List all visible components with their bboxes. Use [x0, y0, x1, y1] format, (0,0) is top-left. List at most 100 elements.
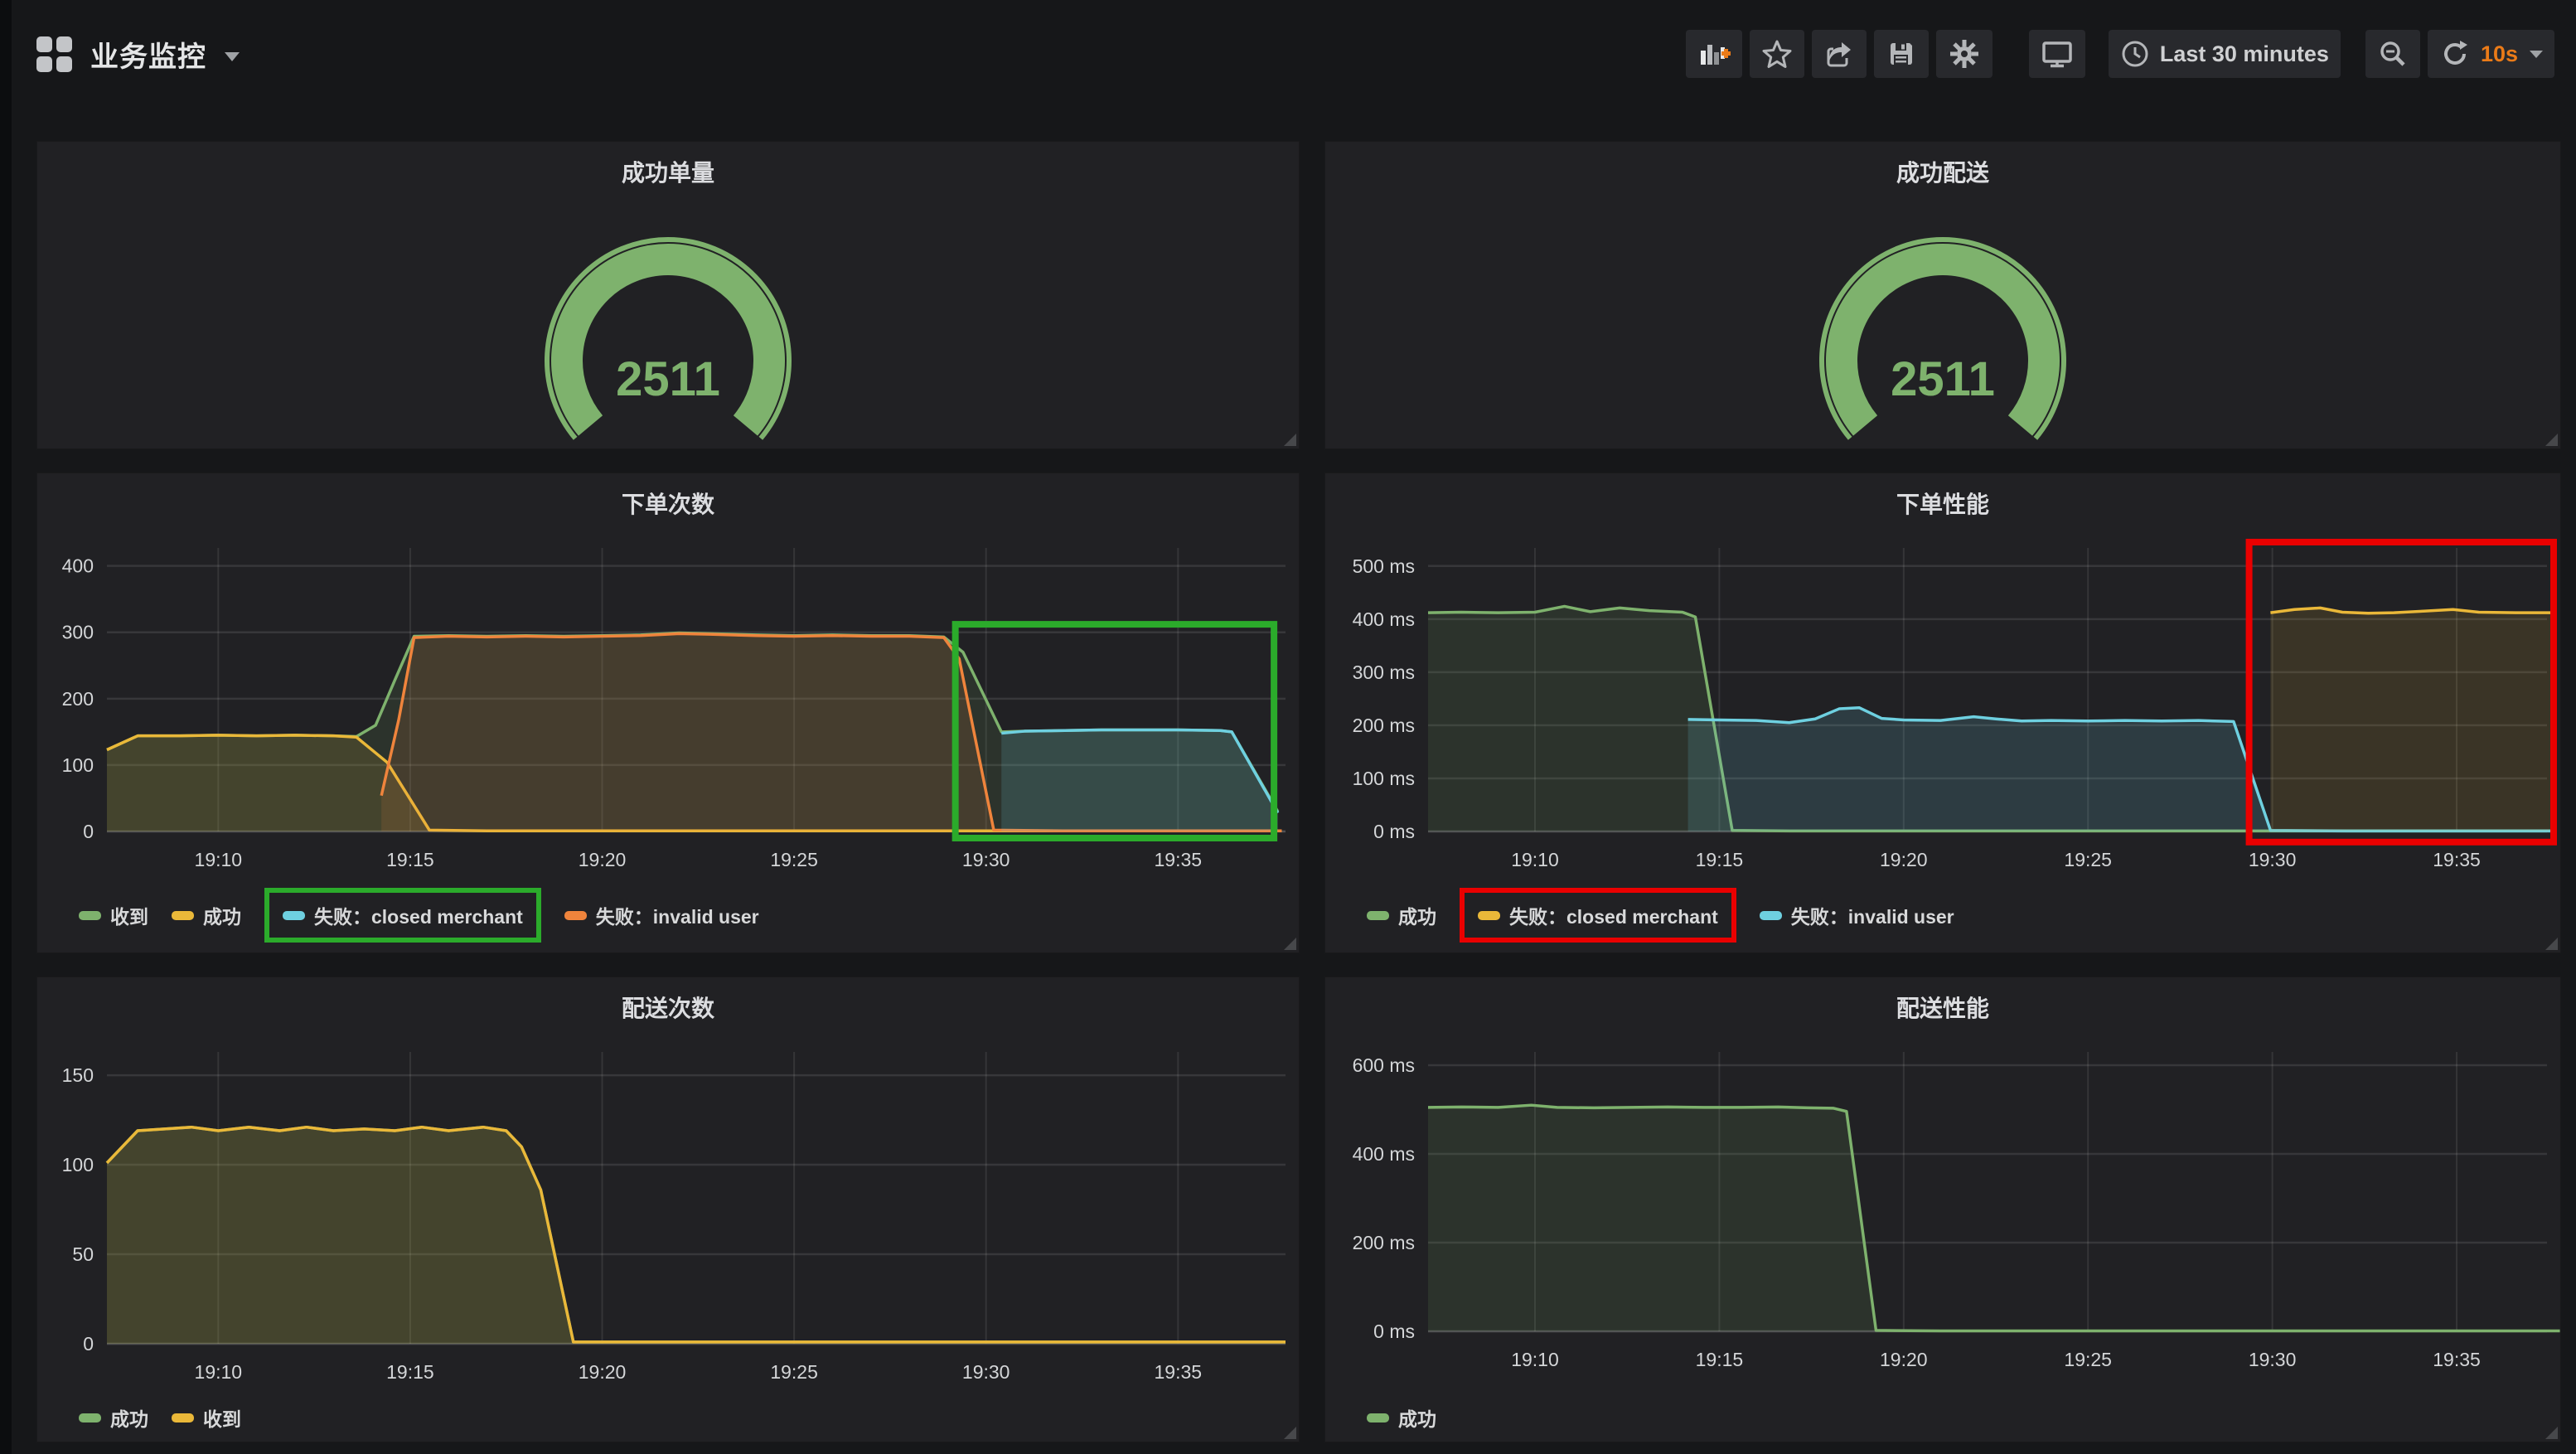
svg-text:19:35: 19:35: [1155, 849, 1203, 870]
dashboards-grid-icon[interactable]: [36, 36, 72, 72]
legend-swatch: [172, 1413, 194, 1422]
share-button[interactable]: [1812, 30, 1867, 78]
legend-label: 失败：invalid user: [1791, 901, 1954, 929]
panel-success-delivery-volume: 成功配送 2511: [1324, 141, 2561, 449]
clock-icon: [2120, 39, 2150, 69]
svg-text:200 ms: 200 ms: [1353, 715, 1415, 736]
navbar: 业务监控: [12, 0, 2576, 108]
time-range-picker[interactable]: Last 30 minutes: [2109, 30, 2341, 78]
legend-item[interactable]: 收到: [172, 1403, 241, 1432]
svg-text:19:20: 19:20: [1880, 849, 1928, 870]
legend-swatch: [79, 911, 101, 920]
legend-item[interactable]: 成功: [79, 1403, 148, 1432]
chart-svg: 05010015019:1019:1519:2019:2519:3019:35: [37, 977, 1299, 1442]
legend-item[interactable]: 成功: [1367, 1403, 1436, 1432]
add-panel-icon: [1697, 37, 1731, 70]
grid-square: [36, 56, 52, 72]
legend-item[interactable]: 失败：invalid user: [1760, 901, 1954, 929]
refresh-icon: [2439, 38, 2471, 70]
legend-item[interactable]: 失败：invalid user: [564, 901, 759, 929]
svg-text:0 ms: 0 ms: [1373, 1321, 1415, 1342]
panel-order-performance: 下单性能 0 ms100 ms200 ms300 ms400 ms500 ms1…: [1324, 473, 2561, 953]
chart-legend: 成功收到: [79, 1403, 241, 1432]
legend-label: 成功: [1398, 901, 1436, 929]
svg-text:19:35: 19:35: [1155, 1361, 1203, 1383]
refresh-interval-picker[interactable]: 10s: [2428, 30, 2554, 78]
time-series-chart: 0 ms200 ms400 ms600 ms19:1019:1519:2019:…: [1325, 977, 2560, 1442]
legend-label: 成功: [1398, 1403, 1436, 1432]
panel-resize-handle[interactable]: [1284, 938, 1296, 950]
legend-label: 失败：invalid user: [596, 901, 759, 929]
svg-text:19:30: 19:30: [962, 1361, 1010, 1383]
chart-legend: 成功: [1367, 1403, 1436, 1432]
panel-resize-handle[interactable]: [2545, 1427, 2558, 1439]
legend-swatch: [172, 911, 194, 920]
svg-text:50: 50: [72, 1243, 94, 1265]
panel-resize-handle[interactable]: [2545, 938, 2558, 950]
grid-square: [56, 56, 72, 72]
settings-button[interactable]: [1936, 30, 1993, 78]
chevron-down-icon[interactable]: [225, 52, 240, 61]
panel-order-count: 下单次数 010020030040019:1019:1519:2019:2519…: [36, 473, 1300, 953]
legend-item[interactable]: 成功: [172, 901, 241, 929]
save-icon: [1886, 38, 1917, 70]
legend-item[interactable]: 收到: [79, 901, 148, 929]
grid-square: [36, 36, 52, 52]
svg-text:100: 100: [62, 754, 94, 776]
svg-text:500 ms: 500 ms: [1353, 555, 1415, 577]
legend-label: 失败：closed merchant: [314, 901, 523, 929]
svg-text:400: 400: [62, 555, 94, 577]
zoom-out-button[interactable]: [2365, 30, 2420, 78]
panel-resize-handle[interactable]: [1284, 434, 1296, 446]
svg-text:19:10: 19:10: [1511, 849, 1559, 870]
svg-text:19:10: 19:10: [195, 1361, 243, 1383]
svg-text:19:25: 19:25: [2064, 1349, 2112, 1370]
svg-text:2511: 2511: [616, 352, 720, 406]
left-edge-strip: [0, 0, 12, 1454]
svg-text:600 ms: 600 ms: [1353, 1054, 1415, 1076]
svg-text:19:20: 19:20: [579, 849, 627, 870]
svg-text:19:35: 19:35: [2433, 1349, 2481, 1370]
svg-text:2511: 2511: [1891, 352, 1995, 406]
panel-delivery-count: 配送次数 05010015019:1019:1519:2019:2519:301…: [36, 977, 1300, 1442]
gauge: 2511: [1325, 142, 2560, 448]
panel-delivery-performance: 配送性能 0 ms200 ms400 ms600 ms19:1019:1519:…: [1324, 977, 2561, 1442]
save-button[interactable]: [1874, 30, 1929, 78]
chevron-down-icon: [2530, 51, 2543, 58]
svg-text:19:10: 19:10: [1511, 1349, 1559, 1370]
chart-legend: 收到成功 失败：closed merchant 失败：invalid user: [79, 888, 759, 943]
svg-text:19:20: 19:20: [1880, 1349, 1928, 1370]
time-series-chart: 05010015019:1019:1519:2019:2519:3019:35: [37, 977, 1299, 1442]
legend-item[interactable]: 失败：closed merchant: [1460, 888, 1736, 943]
legend-swatch: [564, 911, 587, 920]
cycle-view-button[interactable]: [2029, 30, 2085, 78]
chart-svg: 0 ms200 ms400 ms600 ms19:1019:1519:2019:…: [1325, 977, 2560, 1442]
svg-text:100 ms: 100 ms: [1353, 768, 1415, 789]
svg-text:19:35: 19:35: [2433, 849, 2481, 870]
star-button[interactable]: [1750, 30, 1804, 78]
legend-swatch: [1760, 911, 1782, 920]
svg-text:19:30: 19:30: [2249, 849, 2297, 870]
legend-item[interactable]: 失败：closed merchant: [264, 888, 541, 943]
svg-text:19:15: 19:15: [386, 1361, 434, 1383]
refresh-interval-label: 10s: [2481, 41, 2518, 67]
svg-text:200 ms: 200 ms: [1353, 1232, 1415, 1253]
svg-text:400 ms: 400 ms: [1353, 608, 1415, 630]
star-icon: [1761, 38, 1793, 70]
panel-resize-handle[interactable]: [1284, 1427, 1296, 1439]
legend-label: 收到: [110, 901, 148, 929]
legend-swatch: [1367, 911, 1389, 920]
dashboard-title[interactable]: 业务监控: [90, 34, 206, 75]
svg-text:19:25: 19:25: [770, 849, 818, 870]
panel-resize-handle[interactable]: [2545, 434, 2558, 446]
svg-text:19:30: 19:30: [2249, 1349, 2297, 1370]
svg-text:19:25: 19:25: [2064, 849, 2112, 870]
time-series-chart: 0 ms100 ms200 ms300 ms400 ms500 ms19:101…: [1325, 473, 2560, 952]
legend-label: 成功: [110, 1403, 148, 1432]
panel-success-order-volume: 成功单量 2511: [36, 141, 1300, 449]
svg-text:300: 300: [62, 622, 94, 643]
svg-text:0: 0: [83, 1333, 94, 1355]
legend-item[interactable]: 成功: [1367, 901, 1436, 929]
add-panel-button[interactable]: [1686, 30, 1742, 78]
svg-text:100: 100: [62, 1154, 94, 1175]
